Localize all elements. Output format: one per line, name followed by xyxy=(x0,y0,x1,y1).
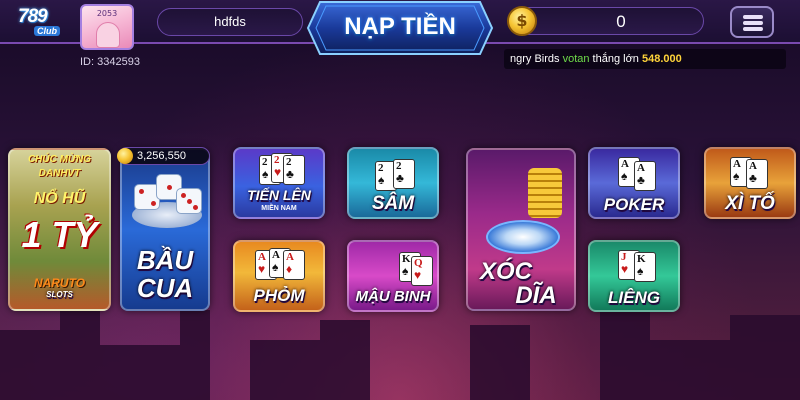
game-tile-sam[interactable]: 2 ♠ 2 ♣ SÂM xyxy=(347,147,439,219)
naruto-line6: SLOTS xyxy=(46,290,73,299)
naruto-line2: DANHVT xyxy=(38,168,81,179)
ticker-text: thắng lớn xyxy=(589,53,642,65)
logo-number: 789 xyxy=(18,6,48,27)
game-tile-tienlen[interactable]: 2 ♠ 2 ♥ 2 ♣ TIẾN LÊN MIỀN NAM xyxy=(233,147,325,219)
dice-icon xyxy=(176,188,202,214)
xito-title: XÌ TỐ xyxy=(725,193,775,214)
deposit-label: NẠP TIỀN xyxy=(344,13,456,40)
winner-ticker: ngry Birds votan thắng lớn 548.000 xyxy=(504,49,786,69)
avatar[interactable]: 2053 xyxy=(80,4,134,50)
coin-stack-icon xyxy=(528,168,562,218)
bowl-icon xyxy=(486,220,560,254)
coin-icon: $ xyxy=(507,6,537,36)
game-tile-lieng[interactable]: J ♥ K ♠ LIÊNG xyxy=(588,240,680,312)
game-tile-phom[interactable]: A ♥ A ♠ A ♦ PHỎM xyxy=(233,240,325,312)
naruto-line5: NARUTO xyxy=(33,276,86,290)
tienlen-subtitle: MIỀN NAM xyxy=(261,205,297,212)
deposit-button[interactable]: NẠP TIỀN xyxy=(306,0,494,56)
hamburger-icon xyxy=(743,15,763,19)
balance-value: 0 xyxy=(616,12,626,31)
hamburger-icon-line xyxy=(743,21,763,25)
game-tile-baucua[interactable]: BẦU CUA xyxy=(120,148,210,311)
username-display[interactable]: hdfds xyxy=(157,8,303,36)
hamburger-icon-line xyxy=(743,27,763,31)
card-icon: A ♣ xyxy=(634,161,656,191)
maubinh-title: MẬU BINH xyxy=(355,288,431,305)
avatar-points: 2053 xyxy=(96,9,118,18)
tienlen-title: TIẾN LÊN xyxy=(247,187,311,203)
card-icon: A ♣ xyxy=(746,159,768,189)
avatar-figure xyxy=(96,22,120,48)
phom-title: PHỎM xyxy=(253,286,305,305)
poker-title: POKER xyxy=(603,195,665,214)
naruto-line3: NỔ HŨ xyxy=(33,190,86,207)
card-icon: Q ♥ xyxy=(411,256,433,286)
app-logo: 789 Club xyxy=(18,6,62,40)
card-icon: A ♦ xyxy=(283,250,305,280)
card-icon: 2 ♣ xyxy=(283,155,305,185)
naruto-line1: CHÚC MỪNG xyxy=(27,154,92,165)
balance-box: $ 0 xyxy=(507,6,704,36)
jackpot-value: 3,256,550 xyxy=(137,150,186,162)
lieng-title: LIÊNG xyxy=(608,288,660,307)
naruto-line4: 1 TỶ xyxy=(21,214,98,255)
game-tile-maubinh[interactable]: K ♠ Q ♥ MẬU BINH xyxy=(347,240,439,312)
game-tile-naruto[interactable]: CHÚC MỪNG DANHVT NỔ HŨ 1 TỶ NARUTO SLOTS xyxy=(8,148,111,311)
game-tile-xito[interactable]: A ♠ A ♣ XÌ TỐ xyxy=(704,147,796,219)
card-icon: K ♠ xyxy=(634,252,656,282)
game-tile-xocdia[interactable]: XÓC DĨA xyxy=(466,148,576,311)
card-icon: 2 ♣ xyxy=(393,159,415,189)
ticker-winner: votan xyxy=(562,53,590,65)
ticker-game: ngry Birds xyxy=(510,53,563,65)
ticker-amount: 548.000 xyxy=(641,53,682,65)
game-tile-poker[interactable]: A ♠ A ♣ POKER xyxy=(588,147,680,219)
sam-title: SÂM xyxy=(371,193,415,214)
user-id: ID: 3342593 xyxy=(80,56,140,68)
baucua-title-line1: BẦU xyxy=(136,245,194,275)
xocdia-title-line2: DĨA xyxy=(515,282,557,309)
jackpot-badge: 3,256,550 xyxy=(117,147,210,165)
baucua-title-line2: CUA xyxy=(136,273,194,303)
logo-club: Club xyxy=(34,26,60,36)
coin-icon xyxy=(117,148,133,164)
menu-button[interactable] xyxy=(730,6,774,38)
